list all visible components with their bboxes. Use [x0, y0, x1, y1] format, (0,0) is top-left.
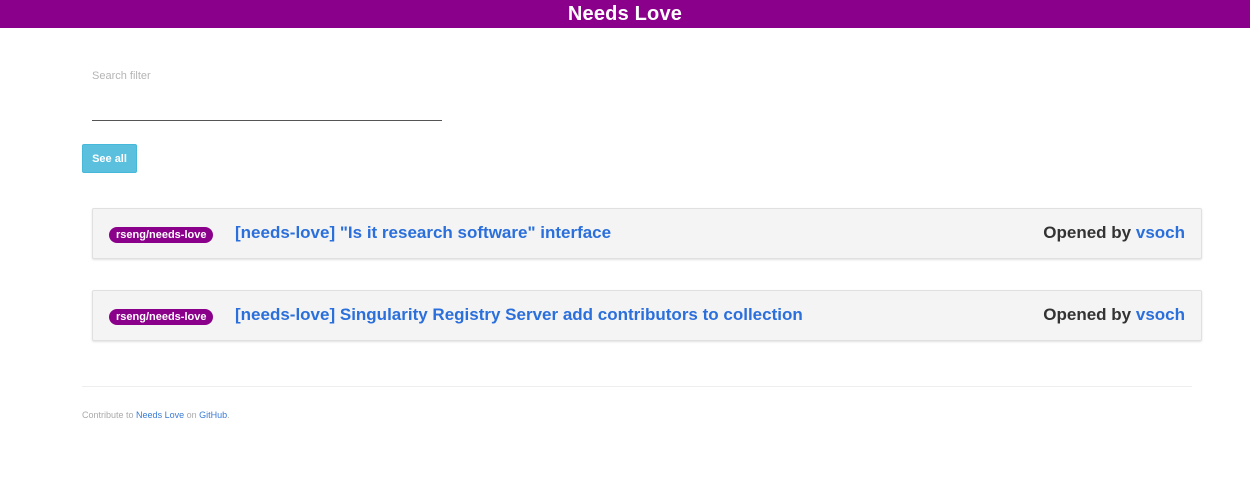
- footer-prefix: Contribute to: [82, 410, 134, 420]
- repo-badge[interactable]: rseng/needs-love: [109, 309, 214, 325]
- issue-card: rseng/needs-love [needs-love] Singularit…: [92, 290, 1202, 341]
- needs-love-link[interactable]: Needs Love: [136, 410, 184, 420]
- page-title: Needs Love: [567, 2, 683, 25]
- search-filter-label: Search filter: [92, 70, 151, 82]
- footer-suffix: .: [227, 410, 230, 420]
- repo-badge[interactable]: rseng/needs-love: [109, 227, 214, 243]
- issue-card: rseng/needs-love [needs-love] "Is it res…: [92, 208, 1202, 259]
- opened-by-label: Opened by: [1043, 305, 1132, 324]
- opened-by: Opened by vsoch: [1043, 223, 1185, 243]
- author-link[interactable]: vsoch: [1136, 223, 1185, 242]
- issue-title-link[interactable]: [needs-love] Singularity Registry Server…: [235, 305, 803, 325]
- app-header: Needs Love: [0, 0, 1250, 28]
- author-link[interactable]: vsoch: [1136, 305, 1185, 324]
- opened-by: Opened by vsoch: [1043, 305, 1185, 325]
- issue-title-link[interactable]: [needs-love] "Is it research software" i…: [235, 223, 611, 243]
- github-link[interactable]: GitHub: [199, 410, 227, 420]
- opened-by-label: Opened by: [1043, 223, 1132, 242]
- footer-divider: [82, 386, 1192, 387]
- footer: Contribute to Needs Love on GitHub.: [82, 410, 230, 420]
- see-all-button[interactable]: See all: [82, 144, 137, 173]
- search-filter-input[interactable]: [92, 96, 442, 121]
- footer-middle: on: [186, 410, 197, 420]
